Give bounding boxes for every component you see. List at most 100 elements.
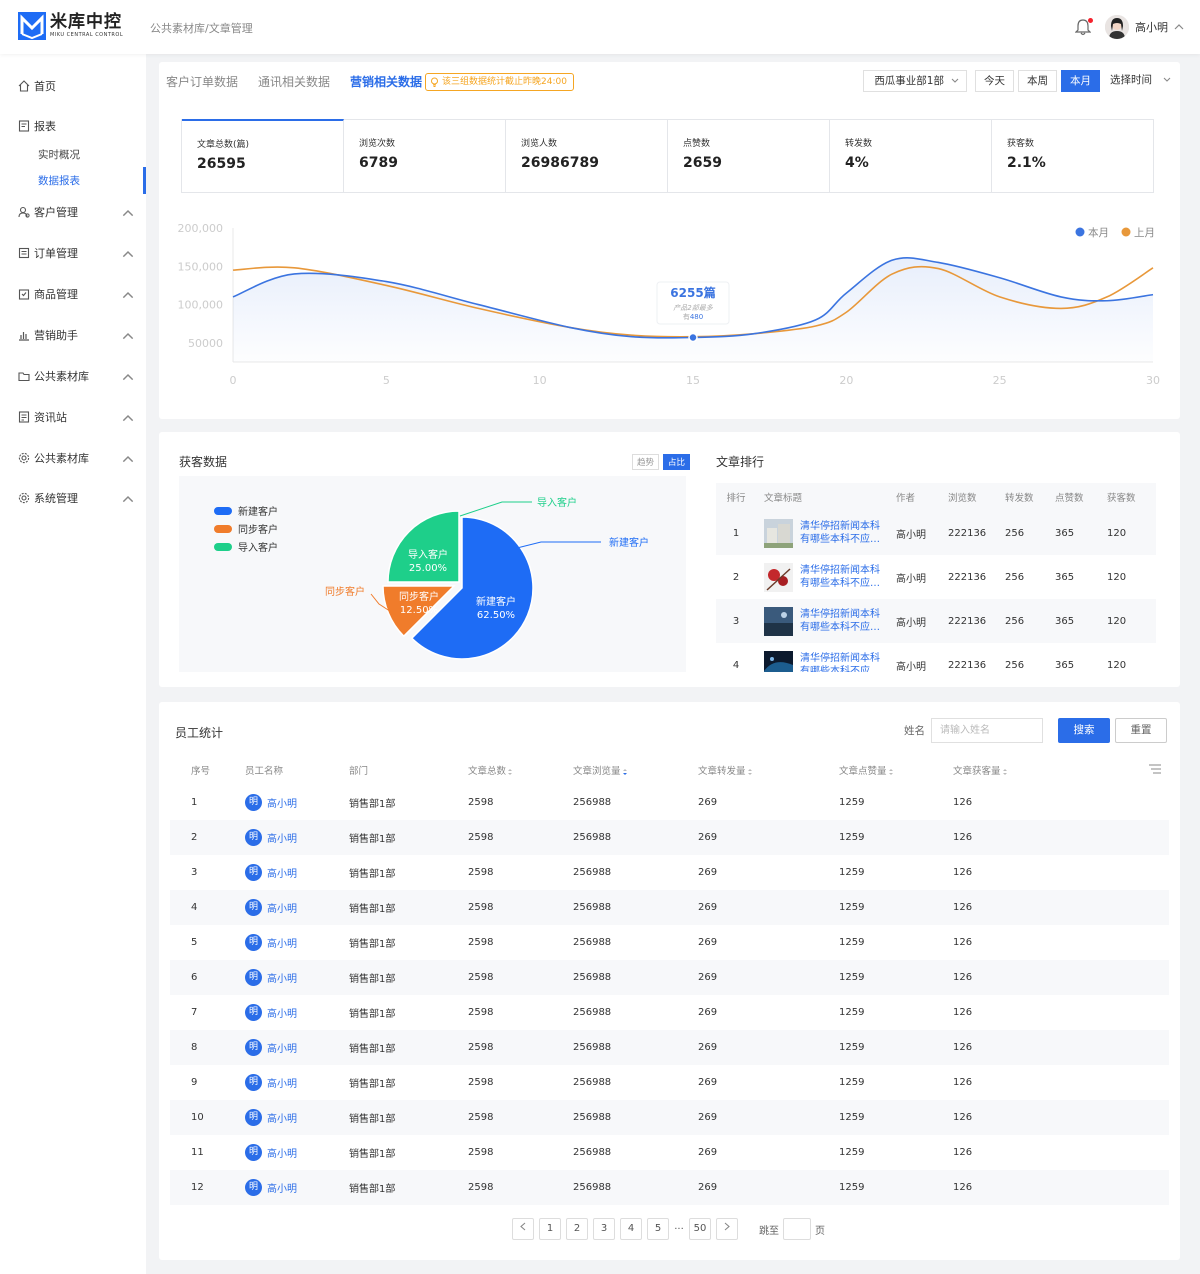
article-title-link[interactable]: 清华停招新闻本科有哪些本科不应… — [800, 564, 884, 591]
today-button[interactable]: 今天 — [975, 70, 1014, 92]
employee-name-link[interactable]: 高小明 — [267, 1040, 297, 1055]
tab-communication[interactable]: 通讯相关数据 — [258, 73, 330, 90]
prev-page-button[interactable] — [512, 1218, 534, 1240]
employee-name-link[interactable]: 高小明 — [267, 1180, 297, 1195]
table-row[interactable]: 11 明高小明 销售部1部 2598 256988 269 1259 126 — [170, 1135, 1169, 1170]
employee-name-link[interactable]: 高小明 — [267, 1005, 297, 1020]
name-search-input[interactable]: 请输入姓名 — [931, 718, 1043, 743]
column-settings-icon[interactable] — [1149, 763, 1161, 774]
sidebar-item-0[interactable]: 首页 — [18, 76, 138, 96]
sidebar-item-4[interactable]: 商品管理 — [18, 284, 138, 304]
table-row[interactable]: 6 明高小明 销售部1部 2598 256988 269 1259 126 — [170, 960, 1169, 995]
sidebar-subitem-1[interactable]: 数据报表 — [38, 173, 80, 188]
search-button[interactable]: 搜索 — [1058, 718, 1110, 743]
chevron-up-icon[interactable] — [1174, 24, 1184, 30]
sidebar-item-3[interactable]: 订单管理 — [18, 243, 138, 263]
row-no: 8 — [191, 1042, 198, 1053]
sort-icon[interactable] — [888, 768, 894, 776]
stat-card[interactable]: 文章总数(篇) 26595 — [182, 119, 344, 192]
sidebar-item-9[interactable]: 系统管理 — [18, 488, 138, 508]
stat-card[interactable]: 点赞数 2659 — [668, 120, 830, 192]
sort-desc-icon[interactable] — [622, 768, 628, 776]
ranking-row[interactable]: 1 清华停招新闻本科有哪些本科不应… 高小明 222136 256 365 120 — [716, 511, 1156, 555]
page-50[interactable]: 50 — [689, 1218, 711, 1240]
table-row[interactable]: 1 明高小明 销售部1部 2598 256988 269 1259 126 — [170, 785, 1169, 820]
table-row[interactable]: 4 明高小明 销售部1部 2598 256988 269 1259 126 — [170, 890, 1169, 925]
hover-point[interactable] — [688, 332, 698, 343]
employee-name-link[interactable]: 高小明 — [267, 900, 297, 915]
sidebar-item-2[interactable]: 客户管理 — [18, 202, 138, 222]
reset-button[interactable]: 重置 — [1115, 718, 1167, 743]
ratio-toggle[interactable]: 占比 — [663, 454, 691, 470]
table-row[interactable]: 5 明高小明 销售部1部 2598 256988 269 1259 126 — [170, 925, 1169, 960]
col-article-likes[interactable]: 文章点赞量 — [839, 763, 953, 777]
time-filters: 西瓜事业部1部 今天 本周 本月 选择时间 — [863, 70, 1178, 92]
bell-icon[interactable] — [1074, 18, 1093, 36]
sidebar-item-1[interactable]: 报表 — [18, 116, 138, 136]
page-5[interactable]: 5 — [647, 1218, 669, 1240]
stat-card[interactable]: 浏览人数 26986789 — [506, 120, 668, 192]
page-1[interactable]: 1 — [539, 1218, 561, 1240]
article-title-link[interactable]: 清华停招新闻本科有哪些本科不应… — [800, 652, 884, 673]
ranking-row[interactable]: 4 清华停招新闻本科有哪些本科不应… 高小明 222136 256 365 120 — [716, 643, 1156, 672]
this-week-button[interactable]: 本周 — [1018, 70, 1057, 92]
ranking-row[interactable]: 3 清华停招新闻本科有哪些本科不应… 高小明 222136 256 365 120 — [716, 599, 1156, 643]
next-page-button[interactable] — [716, 1218, 738, 1240]
user-name[interactable]: 高小明 — [1135, 19, 1168, 35]
stat-card[interactable]: 转发数 4% — [830, 120, 992, 192]
jump-page-input[interactable] — [783, 1218, 811, 1240]
employee-name-link[interactable]: 高小明 — [267, 970, 297, 985]
sidebar-item-7[interactable]: 资讯站 — [18, 407, 138, 427]
legend-label[interactable]: 上月 — [1134, 227, 1155, 239]
col-article-shares[interactable]: 文章转发量 — [698, 763, 839, 777]
article-views: 256988 — [573, 1007, 612, 1018]
col-article-total[interactable]: 文章总数 — [468, 763, 573, 777]
col-article-leads[interactable]: 文章获客量 — [953, 763, 1133, 777]
article-title-link[interactable]: 清华停招新闻本科有哪些本科不应… — [800, 608, 884, 635]
employee-name-link[interactable]: 高小明 — [267, 935, 297, 950]
ranking-row[interactable]: 2 清华停招新闻本科有哪些本科不应… 高小明 222136 256 365 120 — [716, 555, 1156, 599]
sidebar-subitem-0[interactable]: 实时概况 — [38, 147, 80, 162]
sidebar-item-8[interactable]: 公共素材库 — [18, 448, 138, 468]
tab-customer-orders[interactable]: 客户订单数据 — [166, 73, 238, 90]
sort-icon[interactable] — [507, 768, 513, 776]
stat-card[interactable]: 浏览次数 6789 — [344, 120, 506, 192]
employee-name-link[interactable]: 高小明 — [267, 795, 297, 810]
sidebar-item-6[interactable]: 公共素材库 — [18, 366, 138, 386]
col-article-views[interactable]: 文章浏览量 — [573, 763, 698, 777]
row-no: 5 — [191, 937, 198, 948]
article-leads: 126 — [953, 1112, 973, 1123]
sidebar-item-5[interactable]: 营销助手 — [18, 325, 138, 345]
rank-number: 4 — [732, 659, 740, 671]
page-4[interactable]: 4 — [620, 1218, 642, 1240]
stat-label: 浏览人数 — [521, 139, 558, 149]
sort-icon[interactable] — [747, 768, 753, 776]
legend-label[interactable]: 本月 — [1088, 226, 1109, 239]
employee-name-link[interactable]: 高小明 — [267, 865, 297, 880]
table-row[interactable]: 7 明高小明 销售部1部 2598 256988 269 1259 126 — [170, 995, 1169, 1030]
employee-name-link[interactable]: 高小明 — [267, 830, 297, 845]
article-title-link[interactable]: 清华停招新闻本科有哪些本科不应… — [800, 520, 884, 547]
time-range-select[interactable]: 选择时间 — [1100, 70, 1178, 92]
avatar[interactable] — [1105, 15, 1129, 39]
department-select[interactable]: 西瓜事业部1部 — [863, 70, 967, 92]
tab-marketing[interactable]: 营销相关数据 — [350, 73, 422, 90]
table-row[interactable]: 2 明高小明 销售部1部 2598 256988 269 1259 126 — [170, 820, 1169, 855]
employee-name-link[interactable]: 高小明 — [267, 1110, 297, 1125]
stat-card[interactable]: 获客数 2.1% — [992, 120, 1153, 192]
breadcrumb[interactable]: 公共素材库/文章管理 — [150, 20, 253, 36]
table-row[interactable]: 12 明高小明 销售部1部 2598 256988 269 1259 126 — [170, 1170, 1169, 1205]
employee-name-link[interactable]: 高小明 — [267, 1075, 297, 1090]
table-row[interactable]: 10 明高小明 销售部1部 2598 256988 269 1259 126 — [170, 1100, 1169, 1135]
page-3[interactable]: 3 — [593, 1218, 615, 1240]
table-row[interactable]: 3 明高小明 销售部1部 2598 256988 269 1259 126 — [170, 855, 1169, 890]
app-logo[interactable]: 米库中控 MIKU CENTRAL CONTROL — [18, 12, 123, 40]
trend-toggle[interactable]: 趋势 — [632, 454, 660, 470]
table-row[interactable]: 8 明高小明 销售部1部 2598 256988 269 1259 126 — [170, 1030, 1169, 1065]
employee-name-link[interactable]: 高小明 — [267, 1145, 297, 1160]
this-month-button[interactable]: 本月 — [1061, 70, 1100, 92]
article-shares: 269 — [698, 832, 718, 843]
table-row[interactable]: 9 明高小明 销售部1部 2598 256988 269 1259 126 — [170, 1065, 1169, 1100]
page-2[interactable]: 2 — [566, 1218, 588, 1240]
sort-icon[interactable] — [1002, 768, 1008, 776]
